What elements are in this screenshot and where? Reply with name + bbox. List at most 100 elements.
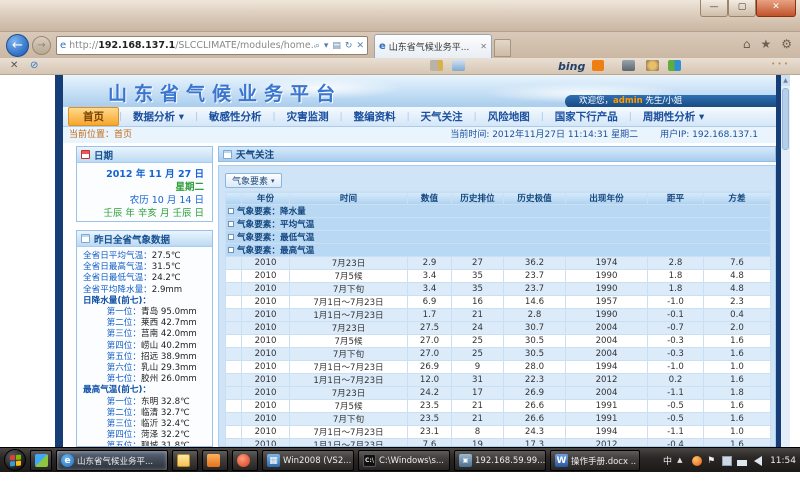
- menu-item-1[interactable]: 首页: [68, 107, 119, 126]
- weather-data-table: 年份时间数值历史排位历史极值出现年份距平方差 气象要素：降水量气象要素：平均气温…: [225, 191, 771, 447]
- group-header-row[interactable]: 气象要素：平均气温: [226, 218, 771, 231]
- status-bar: 当前位置：首页 当前时间: 2012年11月27日 11:14:31 星期二 用…: [63, 127, 776, 143]
- scroll-up-icon[interactable]: ▲: [781, 75, 790, 86]
- table-row[interactable]: 20107月23日24.21726.92004-1.11.8: [226, 387, 771, 400]
- table-row[interactable]: 20107月1日～7月23日26.9928.01994-1.01.0: [226, 361, 771, 374]
- menu-item-6[interactable]: 天气关注: [410, 107, 474, 126]
- table-row[interactable]: 20107月下旬23.52126.61991-0.51.6: [226, 413, 771, 426]
- browser-tab[interactable]: e 山东省气候业务平... ✕: [374, 34, 492, 58]
- display-tray-icon[interactable]: [722, 456, 732, 466]
- cell: 2010: [242, 322, 290, 335]
- new-tab-button[interactable]: [494, 39, 511, 57]
- table-row[interactable]: 20107月5候27.02530.52004-0.31.6: [226, 335, 771, 348]
- table-row[interactable]: 20107月23日27.52430.72004-0.72.0: [226, 322, 771, 335]
- table-row[interactable]: 20101月1日～7月23日1.7212.81990-0.10.4: [226, 309, 771, 322]
- back-button[interactable]: ←: [6, 34, 29, 57]
- rank-label: 第六位：: [83, 363, 141, 374]
- task-button-1[interactable]: e山东省气候业务平...: [56, 450, 168, 471]
- home-icon[interactable]: ⌂: [743, 37, 751, 51]
- menu-item-7[interactable]: 风险地图: [477, 107, 541, 126]
- green-grid-ext-icon[interactable]: [668, 60, 681, 71]
- panel-icon: [223, 150, 232, 159]
- task-button-4[interactable]: [232, 450, 258, 471]
- table-row[interactable]: 20101月1日～7月23日7.61917.32012-0.41.6: [226, 439, 771, 448]
- group-checkbox[interactable]: [228, 247, 234, 253]
- volume-tray-icon[interactable]: [752, 456, 762, 466]
- group-checkbox[interactable]: [228, 208, 234, 214]
- close-button[interactable]: ✕: [756, 0, 796, 17]
- show-hidden-icons-arrow[interactable]: ▲: [677, 456, 687, 466]
- paw-ext-icon[interactable]: [646, 60, 659, 71]
- task-button-8[interactable]: W操作手册.docx ..: [550, 450, 640, 471]
- compatibility-view-icon[interactable]: ▤: [332, 41, 341, 51]
- toolbar-close-icon[interactable]: ✕: [10, 60, 18, 71]
- cell: 1.6: [704, 348, 771, 361]
- table-row[interactable]: 20101月1日～7月23日12.03122.320120.21.6: [226, 374, 771, 387]
- action-center-flag-icon[interactable]: ⚑: [707, 456, 717, 466]
- weather-stat-line: 全省日平均气温：27.5℃: [83, 251, 209, 262]
- menu-item-3[interactable]: 敏感性分析: [198, 107, 273, 126]
- refresh-icon[interactable]: ↻: [345, 41, 353, 51]
- stat-value: 24.2℃: [152, 273, 181, 284]
- network-tray-icon[interactable]: [737, 456, 747, 466]
- url-text[interactable]: http://192.168.137.1/SLCCLIMATE/modules/…: [69, 40, 315, 51]
- orange-badge-icon[interactable]: [592, 60, 604, 71]
- ime-indicator[interactable]: 中: [663, 454, 672, 467]
- url-dropdown-icon[interactable]: ▾: [324, 41, 329, 51]
- group-header-row[interactable]: 气象要素：最低气温: [226, 231, 771, 244]
- pinned-app-button[interactable]: [30, 450, 52, 471]
- menu-item-4[interactable]: 灾害监测: [276, 107, 340, 126]
- row-checkbox-cell: [226, 374, 242, 387]
- browser-navigation-bar: ← → e http://192.168.137.1/SLCCLIMATE/mo…: [0, 32, 800, 58]
- camera-ext-icon[interactable]: [622, 60, 635, 71]
- element-filter-button[interactable]: 气象要素 ▾: [225, 173, 282, 188]
- task-button-2[interactable]: [172, 450, 198, 471]
- ranking-item: 第四位：崂山 40.2mm: [83, 341, 209, 352]
- group-header-row[interactable]: 气象要素：最高气温: [226, 244, 771, 257]
- table-row[interactable]: 20107月5候3.43523.719901.84.8: [226, 270, 771, 283]
- table-row[interactable]: 20107月23日2.92736.219742.87.6: [226, 257, 771, 270]
- rank-value: 临沂 32.4℃: [141, 419, 190, 430]
- cell: 2010: [242, 309, 290, 322]
- table-row[interactable]: 20107月5候23.52126.61991-0.51.6: [226, 400, 771, 413]
- vertical-scrollbar[interactable]: ▲: [781, 75, 790, 447]
- table-row[interactable]: 20107月下旬27.02530.52004-0.31.6: [226, 348, 771, 361]
- weather-panel-body: 全省日平均气温：27.5℃全省日最高气温：31.5℃全省日最低气温：24.2℃全…: [77, 247, 212, 447]
- task-button-7[interactable]: ▣192.168.59.99...: [454, 450, 546, 471]
- menu-item-9[interactable]: 周期性分析 ▾: [632, 107, 715, 126]
- card-reader-ext-icon[interactable]: [430, 60, 443, 71]
- mail-ext-icon[interactable]: [452, 60, 465, 71]
- cell: -1.0: [648, 361, 704, 374]
- tab-close-icon[interactable]: ✕: [480, 42, 487, 51]
- task-button-5[interactable]: ▦Win2008 (VS2...: [262, 450, 354, 471]
- menu-item-8[interactable]: 国家下行产品: [544, 107, 629, 126]
- minimize-button[interactable]: —: [700, 0, 728, 17]
- clock[interactable]: 11:54: [770, 456, 796, 466]
- forward-button[interactable]: →: [32, 36, 51, 55]
- task-button-3[interactable]: [202, 450, 228, 471]
- search-icon[interactable]: ⌕: [315, 41, 320, 51]
- cell: 2010: [242, 257, 290, 270]
- bing-logo[interactable]: bing: [558, 60, 585, 73]
- menu-item-2[interactable]: 数据分析 ▾: [122, 107, 195, 126]
- group-checkbox[interactable]: [228, 221, 234, 227]
- menu-item-5[interactable]: 整编资料: [343, 107, 407, 126]
- table-row[interactable]: 20107月下旬3.43523.719901.84.8: [226, 283, 771, 296]
- group-checkbox[interactable]: [228, 234, 234, 240]
- stop-icon[interactable]: ✕: [356, 41, 364, 51]
- browser-titlebar[interactable]: — ▢ ✕: [0, 0, 800, 32]
- favorites-star-icon[interactable]: ★: [760, 37, 771, 51]
- group-header-row[interactable]: 气象要素：降水量: [226, 205, 771, 218]
- address-bar[interactable]: e http://192.168.137.1/SLCCLIMATE/module…: [56, 36, 368, 55]
- start-button[interactable]: [4, 449, 26, 471]
- table-row[interactable]: 20107月1日～7月23日6.91614.61957-1.02.3: [226, 296, 771, 309]
- scrollbar-thumb[interactable]: [782, 88, 789, 150]
- toolbar-overflow-icon[interactable]: • • •: [771, 60, 788, 68]
- blocked-icon[interactable]: ⊘: [30, 60, 38, 71]
- maximize-button[interactable]: ▢: [728, 0, 756, 17]
- settings-gear-icon[interactable]: ⚙: [781, 37, 792, 51]
- firefox-tray-icon[interactable]: [692, 456, 702, 466]
- task-button-6[interactable]: C:\C:\Windows\s...: [358, 450, 450, 471]
- system-tray: 中 ▲ ⚑ 11:54: [663, 448, 796, 473]
- table-row[interactable]: 20107月1日～7月23日23.1824.31994-1.11.0: [226, 426, 771, 439]
